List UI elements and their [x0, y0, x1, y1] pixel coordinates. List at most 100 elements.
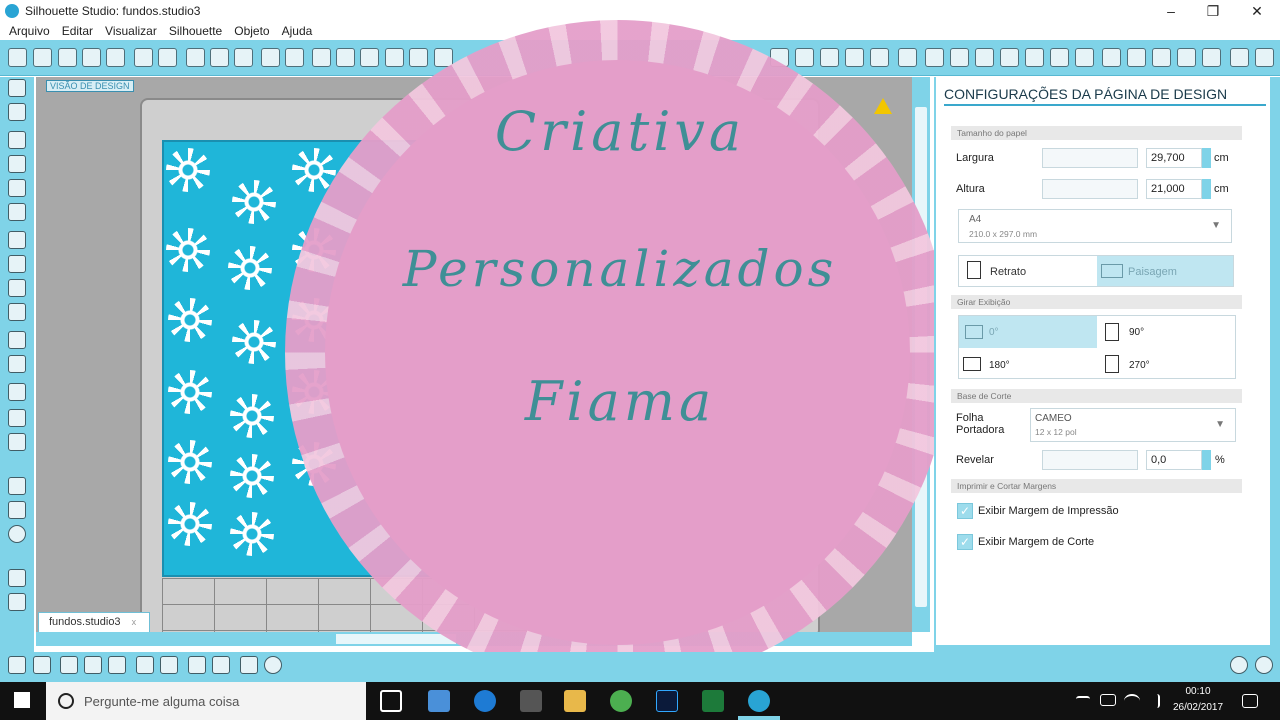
print-margin-checkbox[interactable]: ✓ — [957, 503, 973, 519]
carrier-dropdown[interactable]: CAMEO 12 x 12 pol ▼ — [1030, 408, 1236, 442]
rotate-icon[interactable] — [950, 48, 969, 67]
arc-tool-icon[interactable] — [8, 331, 26, 349]
silhouette-connect-icon[interactable] — [1255, 656, 1273, 674]
task-view-icon[interactable] — [380, 690, 402, 712]
menu-objeto[interactable]: Objeto — [234, 24, 269, 38]
restore-button[interactable]: ❐ — [1190, 0, 1236, 22]
rotate-180-option[interactable]: 180° — [959, 348, 1097, 380]
notifications-icon[interactable] — [1242, 694, 1258, 708]
height-slider[interactable] — [1042, 179, 1138, 199]
windows-start-icon[interactable] — [14, 692, 30, 708]
send-to-silhouette-icon[interactable] — [1202, 48, 1221, 67]
undo-icon[interactable] — [261, 48, 280, 67]
height-spinner[interactable] — [1202, 179, 1211, 199]
rotate-90-option[interactable]: 90° — [1099, 316, 1235, 348]
library-view-icon[interactable] — [8, 501, 26, 519]
scroll-thumb[interactable] — [336, 634, 456, 644]
zoom-out-icon[interactable] — [360, 48, 379, 67]
save-as-icon[interactable] — [106, 48, 125, 67]
library-icon[interactable] — [58, 48, 77, 67]
store-icon[interactable] — [1230, 48, 1249, 67]
paste-icon[interactable] — [210, 48, 229, 67]
modify-icon[interactable] — [1050, 48, 1069, 67]
drag-zoom-icon[interactable] — [409, 48, 428, 67]
reveal-spinner[interactable] — [1202, 450, 1211, 470]
redo-icon[interactable] — [285, 48, 304, 67]
tray-arrow-icon[interactable] — [1076, 696, 1090, 704]
cut-settings-icon[interactable] — [1127, 48, 1146, 67]
store-view-icon[interactable] — [8, 525, 26, 543]
line-width-icon[interactable] — [870, 48, 889, 67]
transform-icon[interactable] — [925, 48, 944, 67]
point-edit-icon[interactable] — [8, 103, 26, 121]
file-explorer-pin-icon[interactable] — [428, 690, 450, 712]
zoom-select-icon[interactable] — [385, 48, 404, 67]
delete-icon[interactable] — [160, 656, 178, 674]
bring-forward-icon[interactable] — [136, 656, 154, 674]
landscape-option[interactable]: Paisagem — [1097, 256, 1233, 286]
knife-tool-icon[interactable] — [8, 433, 26, 451]
width-input[interactable]: 29,700 — [1146, 148, 1202, 168]
eraser-tool-icon[interactable] — [8, 409, 26, 427]
line-tool-icon[interactable] — [8, 131, 26, 149]
open-icon[interactable] — [33, 48, 52, 67]
panel-toggle-icon[interactable] — [8, 569, 26, 587]
width-slider[interactable] — [1042, 148, 1138, 168]
close-button[interactable]: ✕ — [1234, 0, 1280, 22]
edge-icon[interactable] — [474, 690, 496, 712]
photoshop-icon[interactable] — [656, 690, 678, 712]
text-style-icon[interactable] — [898, 48, 917, 67]
text-tool-icon[interactable] — [8, 383, 26, 401]
curve-tool-icon[interactable] — [8, 255, 26, 273]
close-tab-icon[interactable]: x — [132, 617, 137, 627]
line-style-icon[interactable] — [845, 48, 864, 67]
volume-icon[interactable] — [1146, 694, 1160, 708]
polygon-tool-icon[interactable] — [8, 231, 26, 249]
folder-icon[interactable] — [564, 690, 586, 712]
page-setup-icon[interactable] — [1102, 48, 1121, 67]
new-icon[interactable] — [8, 48, 27, 67]
height-input[interactable]: 21,000 — [1146, 179, 1202, 199]
select-icon[interactable] — [8, 79, 26, 97]
rotate-270-option[interactable]: 270° — [1099, 348, 1235, 380]
taskbar-clock[interactable]: 00:10 26/02/2017 — [1160, 684, 1236, 716]
width-spinner[interactable] — [1202, 148, 1211, 168]
menu-visualizar[interactable]: Visualizar — [105, 24, 157, 38]
release-compound-icon[interactable] — [84, 656, 102, 674]
send-backward-icon[interactable] — [212, 656, 230, 674]
settings-icon[interactable] — [1230, 656, 1248, 674]
rectangle-tool-icon[interactable] — [8, 155, 26, 173]
taskbar-search[interactable]: Pergunte-me alguma coisa — [46, 682, 366, 720]
release-path-icon[interactable] — [108, 656, 126, 674]
minimize-button[interactable]: – — [1148, 0, 1194, 22]
warning-icon[interactable] — [874, 98, 892, 114]
freehand-tool-icon[interactable] — [8, 279, 26, 297]
make-compound-icon[interactable] — [60, 656, 78, 674]
paper-size-dropdown[interactable]: A4 210.0 x 297.0 mm ▼ — [958, 209, 1232, 243]
pan-icon[interactable] — [312, 48, 331, 67]
zoom-in-icon[interactable] — [336, 48, 355, 67]
line-color-icon[interactable] — [820, 48, 839, 67]
split-view-icon[interactable] — [8, 593, 26, 611]
weld-icon[interactable] — [240, 656, 258, 674]
calculator-icon[interactable] — [520, 690, 542, 712]
registration-icon[interactable] — [1152, 48, 1171, 67]
menu-arquivo[interactable]: Arquivo — [9, 24, 50, 38]
menu-ajuda[interactable]: Ajuda — [282, 24, 313, 38]
battery-icon[interactable] — [1100, 694, 1116, 706]
corel-icon[interactable] — [702, 690, 724, 712]
scale-icon[interactable] — [975, 48, 994, 67]
group-icon[interactable] — [8, 656, 26, 674]
menu-silhouette[interactable]: Silhouette — [169, 24, 222, 38]
library-panel-icon[interactable] — [1255, 48, 1274, 67]
duplicate-icon[interactable] — [188, 656, 206, 674]
menu-editar[interactable]: Editar — [62, 24, 93, 38]
silhouette-taskbar-icon[interactable] — [748, 690, 770, 712]
fill-icon[interactable] — [795, 48, 814, 67]
save-icon[interactable] — [82, 48, 101, 67]
portrait-option[interactable]: Retrato — [959, 256, 1097, 286]
send-icon[interactable] — [158, 48, 177, 67]
reveal-slider[interactable] — [1042, 450, 1138, 470]
mirror-icon[interactable] — [1000, 48, 1019, 67]
regular-polygon-icon[interactable] — [8, 355, 26, 373]
